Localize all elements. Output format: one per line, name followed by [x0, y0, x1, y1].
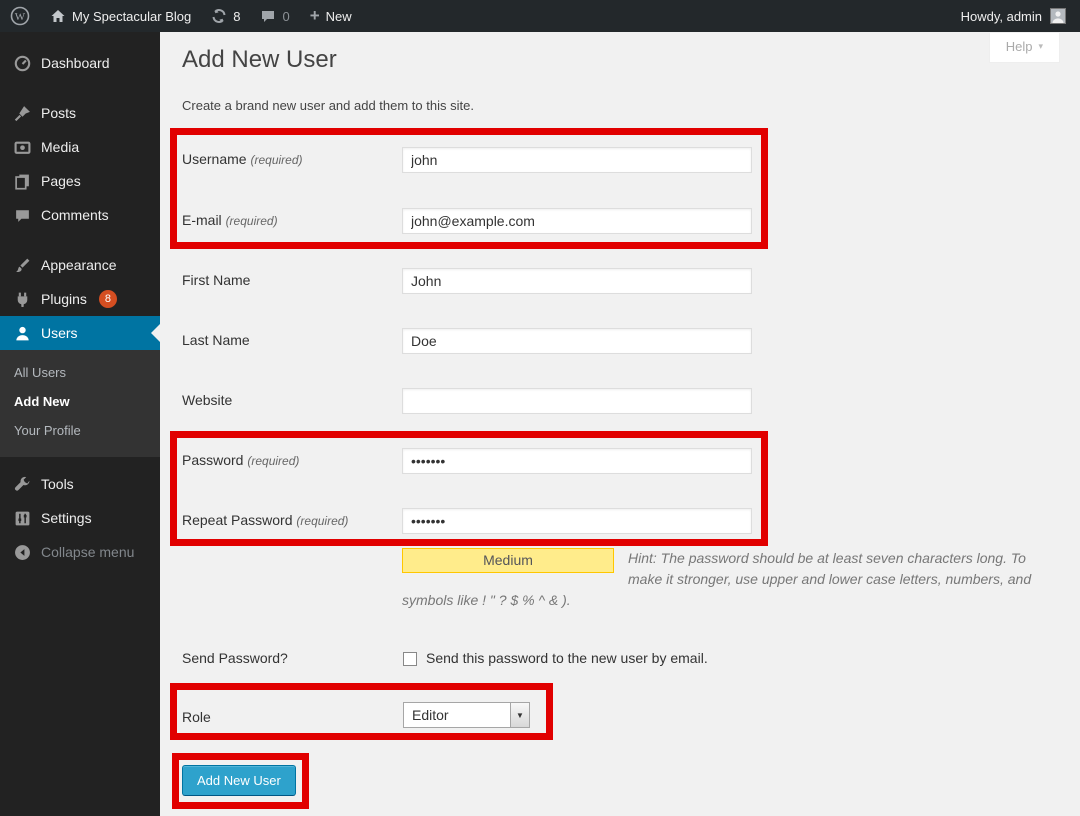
wordpress-admin-page: W My Spectacular Blog 8 0 — [0, 0, 1080, 816]
svg-text:W: W — [15, 11, 26, 23]
pushpin-icon — [14, 105, 31, 122]
password-hint-area: Medium Hint: The password should be at l… — [402, 548, 1042, 611]
new-label: New — [326, 9, 352, 24]
sidebar-label: Pages — [41, 173, 81, 189]
repeat-password-input[interactable] — [402, 508, 752, 534]
media-icon — [14, 139, 31, 156]
sidebar-item-users[interactable]: Users — [0, 316, 160, 350]
username-label: Username (required) — [182, 151, 303, 167]
users-submenu: All Users Add New Your Profile — [0, 350, 160, 457]
send-password-checkbox-label[interactable]: Send this password to the new user by em… — [426, 650, 708, 666]
updates-icon — [211, 8, 227, 24]
sidebar-label: Appearance — [41, 257, 117, 273]
help-button[interactable]: Help ▾ — [989, 33, 1060, 63]
wordpress-logo-icon: W — [10, 6, 30, 26]
role-selected-value: Editor — [404, 707, 510, 723]
password-strength-meter: Medium — [402, 548, 614, 573]
sidebar-item-pages[interactable]: Pages — [0, 164, 160, 198]
sidebar-label: Settings — [41, 510, 92, 526]
sidebar-item-comments[interactable]: Comments — [0, 198, 160, 232]
first-name-label: First Name — [182, 272, 250, 288]
comments-link[interactable]: 0 — [250, 0, 299, 32]
password-label: Password (required) — [182, 452, 299, 468]
site-name-link[interactable]: My Spectacular Blog — [40, 0, 201, 32]
site-name-label: My Spectacular Blog — [72, 9, 191, 24]
email-input[interactable] — [402, 208, 752, 234]
sidebar-label: Collapse menu — [41, 544, 134, 560]
dashboard-icon — [14, 55, 31, 72]
sidebar-label: Tools — [41, 476, 74, 492]
page-subtitle: Create a brand new user and add them to … — [182, 98, 474, 113]
admin-sidebar: Dashboard Posts Media Pages Comments — [0, 32, 160, 816]
plug-icon — [14, 291, 31, 308]
sidebar-label: Posts — [41, 105, 76, 121]
collapse-icon — [14, 544, 31, 561]
sidebar-item-settings[interactable]: Settings — [0, 501, 160, 535]
paintbrush-icon — [14, 257, 31, 274]
comments-icon — [14, 207, 31, 224]
update-count: 8 — [233, 9, 240, 24]
sidebar-label: Media — [41, 139, 79, 155]
sliders-icon — [14, 510, 31, 527]
username-input[interactable] — [402, 147, 752, 173]
submenu-item-add-new[interactable]: Add New — [0, 387, 160, 416]
website-input[interactable] — [402, 388, 752, 414]
sidebar-label: Comments — [41, 207, 109, 223]
plus-icon: + — [310, 6, 320, 26]
submenu-item-your-profile[interactable]: Your Profile — [0, 416, 160, 445]
sidebar-item-tools[interactable]: Tools — [0, 467, 160, 501]
sidebar-label: Plugins — [41, 291, 87, 307]
first-name-input[interactable] — [402, 268, 752, 294]
howdy-label: Howdy, admin — [961, 9, 1042, 24]
wordpress-logo-menu[interactable]: W — [0, 0, 40, 32]
send-password-label: Send Password? — [182, 650, 288, 666]
sidebar-item-plugins[interactable]: Plugins 8 — [0, 282, 160, 316]
sidebar-item-media[interactable]: Media — [0, 130, 160, 164]
send-password-checkbox[interactable] — [403, 652, 417, 666]
last-name-label: Last Name — [182, 332, 250, 348]
sidebar-label: Dashboard — [41, 55, 110, 71]
chevron-down-icon: ▾ — [1038, 41, 1043, 52]
repeat-password-label: Repeat Password (required) — [182, 512, 348, 528]
submenu-item-all-users[interactable]: All Users — [0, 358, 160, 387]
add-new-user-button[interactable]: Add New User — [182, 765, 296, 796]
last-name-input[interactable] — [402, 328, 752, 354]
role-select[interactable]: Editor ▼ — [403, 702, 530, 728]
home-icon — [50, 8, 66, 24]
website-label: Website — [182, 392, 232, 408]
email-label: E-mail (required) — [182, 212, 278, 228]
new-content-menu[interactable]: + New — [300, 0, 362, 32]
sidebar-item-collapse-menu[interactable]: Collapse menu — [0, 535, 160, 569]
comment-count: 0 — [282, 9, 289, 24]
comment-bubble-icon — [260, 8, 276, 24]
active-menu-arrow — [151, 324, 160, 342]
sidebar-item-appearance[interactable]: Appearance — [0, 248, 160, 282]
plugins-update-badge: 8 — [99, 290, 117, 308]
wrench-icon — [14, 476, 31, 493]
admin-bar: W My Spectacular Blog 8 0 — [0, 0, 1080, 32]
updates-link[interactable]: 8 — [201, 0, 250, 32]
password-input[interactable] — [402, 448, 752, 474]
user-icon — [14, 325, 31, 342]
page-title: Add New User — [182, 46, 337, 74]
sidebar-item-posts[interactable]: Posts — [0, 96, 160, 130]
role-label: Role — [182, 709, 211, 725]
select-arrow-icon: ▼ — [510, 703, 529, 727]
help-label: Help — [1006, 39, 1033, 54]
pages-icon — [14, 173, 31, 190]
main-content: Help ▾ Add New User Create a brand new u… — [160, 32, 1080, 816]
sidebar-label: Users — [41, 325, 78, 341]
avatar — [1050, 8, 1066, 24]
sidebar-item-dashboard[interactable]: Dashboard — [0, 46, 160, 80]
account-menu[interactable]: Howdy, admin — [961, 8, 1080, 24]
